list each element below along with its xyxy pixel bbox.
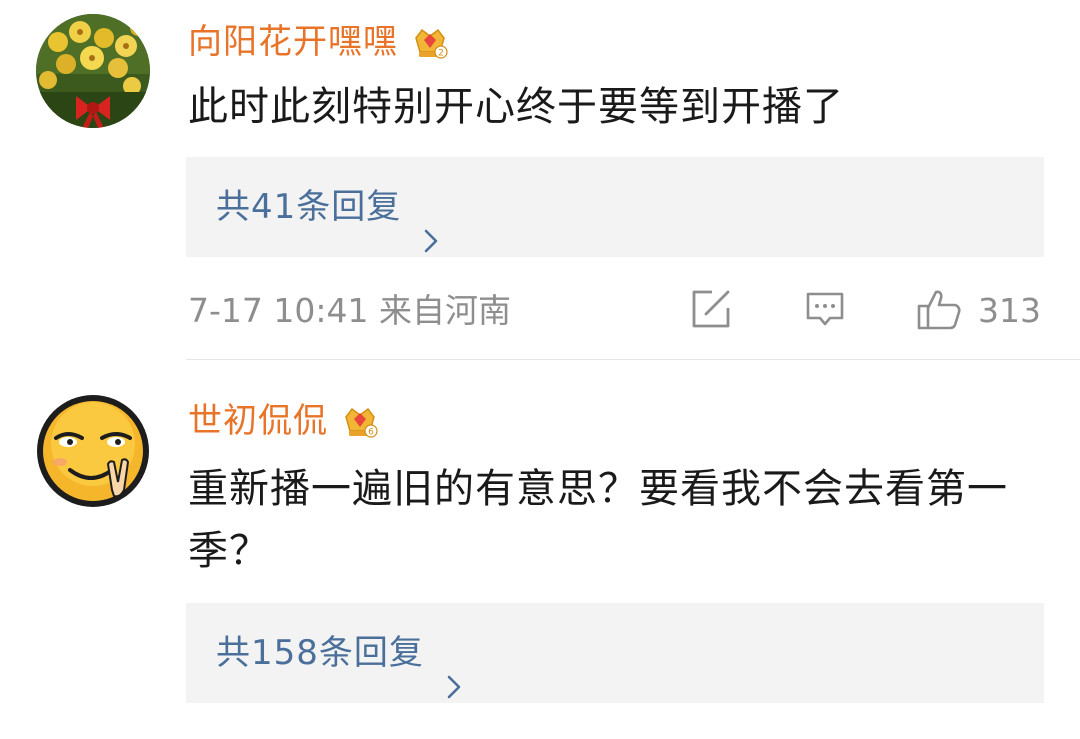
username-row: 向阳花开嘿嘿 2	[188, 19, 450, 65]
comment-item: 世初侃侃 6 重新播一遍旧的有意思？要看我不会去看第一季？ 共158条回复	[0, 360, 1080, 703]
replies-count-label: 共158条回复	[216, 633, 424, 673]
thumbs-up-icon	[916, 286, 962, 336]
replies-count-label: 共41条回复	[216, 187, 402, 227]
svg-text:2: 2	[438, 49, 444, 59]
crown-level-6-icon: 6	[340, 401, 380, 441]
like-button[interactable]: 313	[916, 286, 1041, 336]
comment-text: 重新播一遍旧的有意思？要看我不会去看第一季？	[188, 466, 1008, 574]
username-row: 世初侃侃 6	[188, 398, 380, 444]
timestamp-location: 7-17 10:41 来自河南	[188, 286, 511, 336]
comment-item: 向阳花开嘿嘿 2 此时此刻特别开心终于要等到开播了 共41条回复 7-17 10…	[0, 0, 1080, 360]
username[interactable]: 向阳花开嘿嘿	[188, 19, 398, 65]
comment-button[interactable]	[804, 286, 846, 336]
comment-text: 此时此刻特别开心终于要等到开播了	[188, 84, 844, 130]
location: 来自河南	[379, 291, 511, 330]
chevron-right-icon	[423, 193, 439, 252]
smiley-peace-avatar-icon	[36, 394, 150, 508]
timestamp: 7-17 10:41	[188, 291, 369, 330]
share-button[interactable]	[690, 286, 732, 336]
replies-label-row: 共158条回复	[216, 603, 462, 703]
replies-label-row: 共41条回复	[216, 157, 439, 257]
crown-level-2-icon: 2	[410, 22, 450, 62]
replies-link[interactable]: 共158条回复	[186, 603, 1044, 703]
like-count: 313	[978, 291, 1041, 330]
username[interactable]: 世初侃侃	[188, 398, 328, 444]
share-icon	[690, 288, 732, 334]
comment-meta: 7-17 10:41 来自河南 313	[188, 286, 1044, 336]
chevron-right-icon	[446, 639, 462, 698]
replies-link[interactable]: 共41条回复	[186, 157, 1044, 257]
flower-bouquet-avatar-icon	[36, 14, 150, 128]
comment-icon	[804, 288, 846, 334]
svg-text:6: 6	[368, 428, 374, 438]
user-avatar[interactable]	[36, 14, 150, 128]
user-avatar[interactable]	[36, 394, 150, 508]
